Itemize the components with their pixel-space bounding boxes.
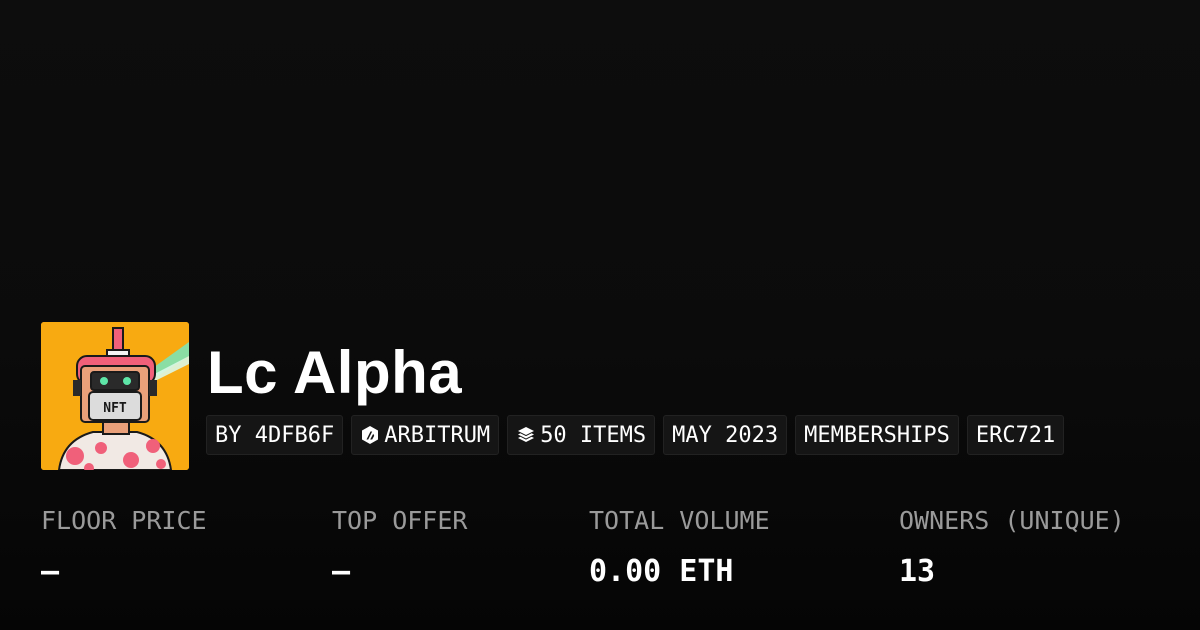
floor-price-value: —	[41, 554, 60, 589]
collection-card: NFT Lc Alpha BY 4DFB6F ARBITRUM 50 ITEMS…	[0, 0, 1200, 630]
creator-tag[interactable]: BY 4DFB6F	[206, 415, 344, 455]
items-tag[interactable]: 50 ITEMS	[507, 415, 656, 455]
owners-stat: OWNERS (UNIQUE) 13	[899, 504, 1125, 590]
owners-label: OWNERS (UNIQUE)	[899, 506, 1125, 535]
floor-price-stat: FLOOR PRICE —	[41, 504, 207, 590]
date-tag: MAY 2023	[663, 415, 788, 455]
top-offer-stat: TOP OFFER —	[332, 504, 467, 590]
total-volume-stat: TOTAL VOLUME 0.00 ETH	[589, 504, 770, 590]
total-volume-value: 0.00 ETH	[589, 554, 734, 589]
items-tag-label: 50 ITEMS	[540, 422, 647, 448]
total-volume-label: TOTAL VOLUME	[589, 506, 770, 535]
arbitrum-icon	[360, 425, 380, 445]
standard-tag-label: ERC721	[975, 422, 1056, 448]
category-tag-label: MEMBERSHIPS	[804, 422, 950, 448]
category-tag[interactable]: MEMBERSHIPS	[795, 415, 959, 455]
standard-tag: ERC721	[966, 415, 1065, 455]
svg-text:NFT: NFT	[103, 401, 127, 416]
chain-tag[interactable]: ARBITRUM	[351, 415, 500, 455]
creator-tag-label: BY 4DFB6F	[215, 422, 335, 448]
top-offer-label: TOP OFFER	[332, 506, 468, 535]
owners-value: 13	[899, 554, 936, 589]
collection-title: Lc Alpha	[207, 339, 463, 406]
top-offer-value: —	[332, 554, 351, 589]
collection-tags: BY 4DFB6F ARBITRUM 50 ITEMS MAY 2023 MEM…	[206, 415, 1065, 455]
floor-price-label: FLOOR PRICE	[41, 506, 207, 535]
nft-robot-avatar-icon: NFT	[41, 322, 189, 470]
layers-icon	[516, 425, 536, 445]
collection-avatar: NFT	[41, 322, 189, 470]
date-tag-label: MAY 2023	[672, 422, 779, 448]
chain-tag-label: ARBITRUM	[384, 422, 491, 448]
